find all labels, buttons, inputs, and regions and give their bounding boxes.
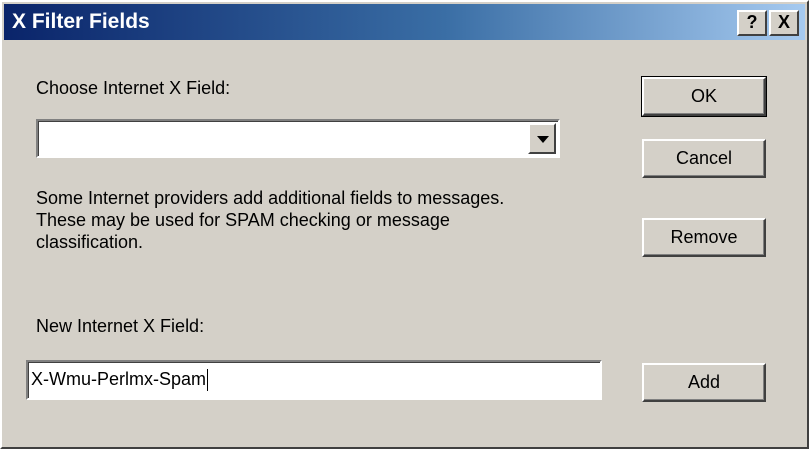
description-text: Some Internet providers add additional f… [36, 187, 606, 253]
close-button[interactable]: X [769, 10, 799, 36]
dropdown-arrow-button[interactable] [528, 123, 556, 154]
chevron-down-icon [537, 136, 549, 143]
text-caret [207, 369, 209, 392]
help-button[interactable]: ? [737, 10, 767, 36]
new-field-input[interactable]: X-Wmu-Perlmx-Spam [26, 360, 602, 400]
cancel-button[interactable]: Cancel [642, 139, 766, 178]
description-line-2: These may be used for SPAM checking or m… [36, 210, 450, 230]
choose-field-label: Choose Internet X Field: [36, 78, 231, 98]
choose-field-dropdown[interactable] [36, 119, 560, 158]
x-filter-fields-dialog: X Filter Fields ? X Choose Internet X Fi… [0, 0, 809, 449]
remove-button[interactable]: Remove [642, 218, 766, 257]
title-bar[interactable]: X Filter Fields ? X [4, 4, 805, 40]
new-field-value: X-Wmu-Perlmx-Spam [31, 369, 207, 389]
description-line-1: Some Internet providers add additional f… [36, 188, 505, 208]
new-field-label: New Internet X Field: [36, 316, 205, 336]
window-title: X Filter Fields [12, 10, 150, 33]
description-line-3: classification. [36, 232, 144, 252]
ok-button[interactable]: OK [641, 76, 767, 117]
add-button[interactable]: Add [642, 363, 766, 402]
